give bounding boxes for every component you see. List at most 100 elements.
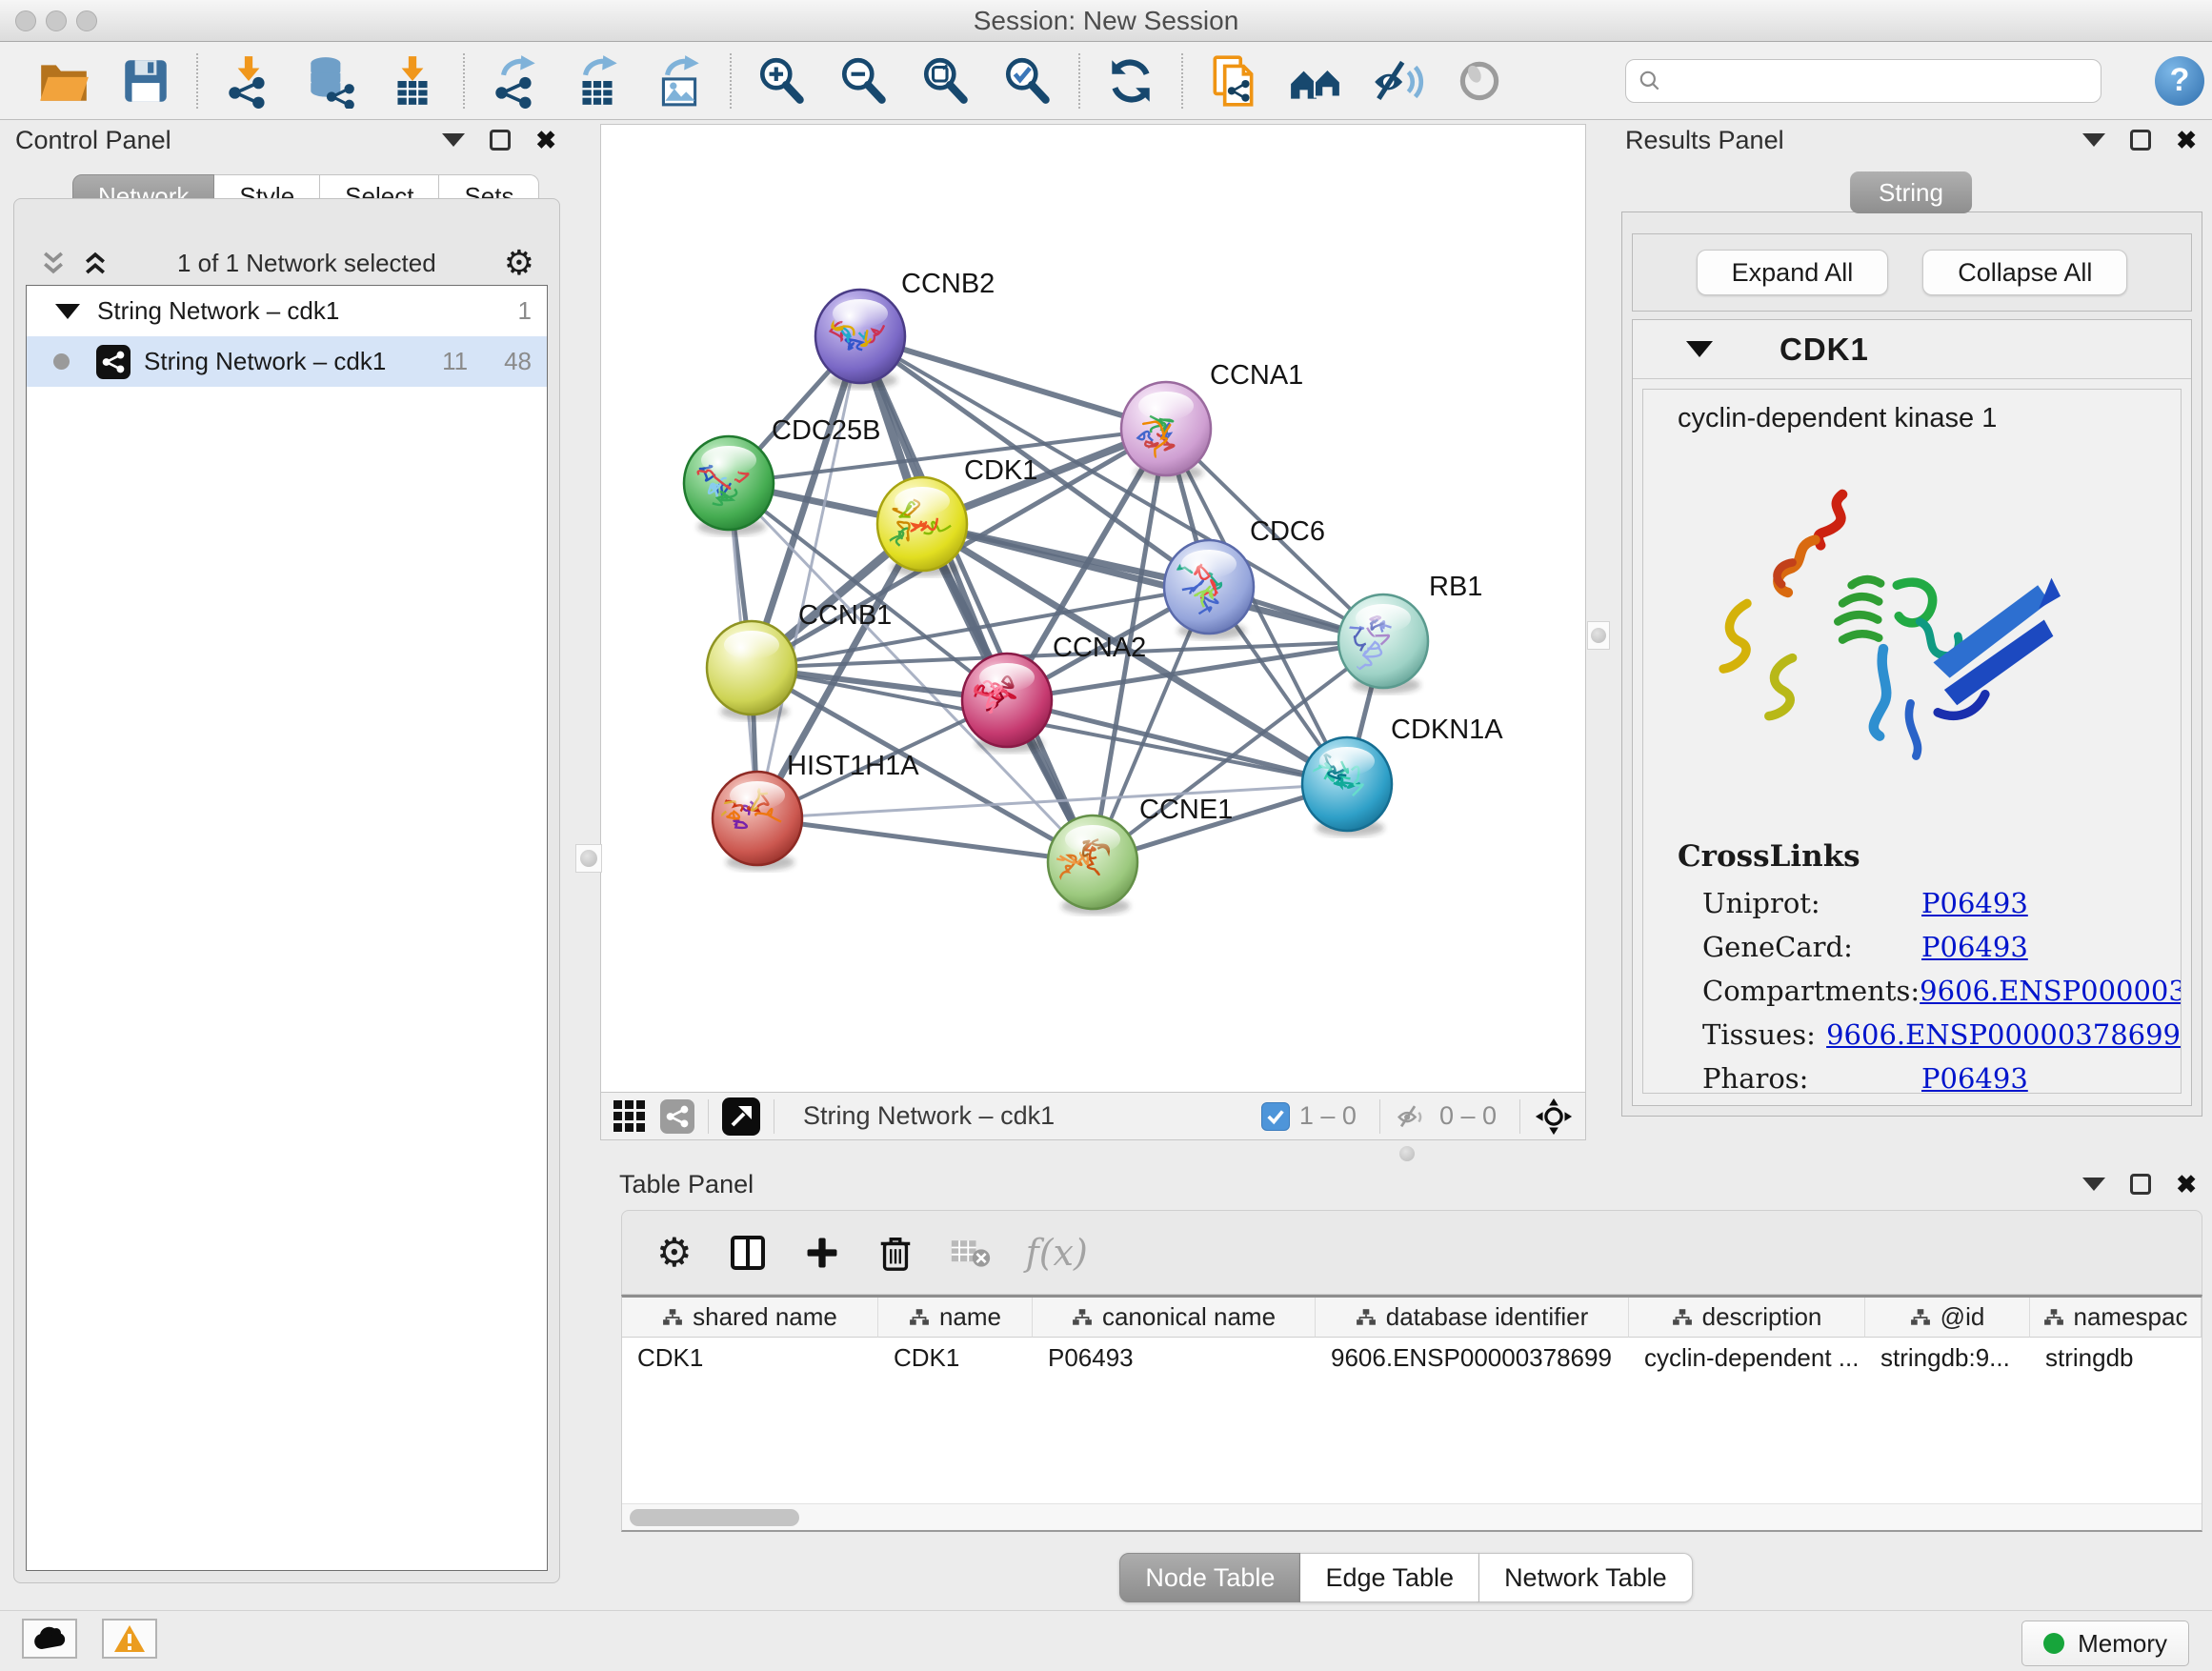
tab-network-table[interactable]: Network Table xyxy=(1479,1553,1693,1602)
table-panel: Table Panel ✖ ⚙ f(x) shared namenamecano… xyxy=(600,1164,2212,1608)
table-cell[interactable]: 9606.ENSP00000378699 xyxy=(1316,1338,1629,1378)
network-graph[interactable]: CCNB2CCNA1CDC25BCDK1CDC6RB1CCNB1CCNA2CDK… xyxy=(601,125,1585,1092)
network-list: String Network – cdk1 1 String Network –… xyxy=(26,285,548,1571)
zoom-in-icon[interactable] xyxy=(741,46,823,116)
panel-close-icon[interactable]: ✖ xyxy=(535,128,556,152)
column-header-database-identifier[interactable]: database identifier xyxy=(1316,1298,1629,1338)
table-header-row: shared namenamecanonical namedatabase id… xyxy=(622,1298,2202,1338)
search-input[interactable] xyxy=(1672,66,2089,95)
search-field[interactable] xyxy=(1625,59,2101,103)
crosslink-row: GeneCard:P06493 xyxy=(1678,931,2181,961)
network-edge[interactable] xyxy=(757,818,1093,862)
show-all-panels-icon[interactable] xyxy=(1275,46,1357,116)
memory-button[interactable]: Memory xyxy=(2021,1621,2189,1666)
collapse-all-button[interactable]: Collapse All xyxy=(1922,250,2127,295)
import-network-database-icon[interactable] xyxy=(290,46,372,116)
gene-description: cyclin-dependent kinase 1 xyxy=(1678,403,2181,434)
scrollbar-thumb[interactable] xyxy=(630,1509,799,1526)
expand-all-button[interactable]: Expand All xyxy=(1697,250,1889,295)
crosslink-link[interactable]: P06493 xyxy=(1921,887,2028,919)
hide-panels-icon[interactable] xyxy=(1357,46,1438,116)
table-cell[interactable]: P06493 xyxy=(1033,1338,1316,1378)
table-row[interactable]: CDK1CDK1P064939606.ENSP00000378699cyclin… xyxy=(622,1338,2202,1378)
panel-menu-icon[interactable] xyxy=(442,133,465,147)
node-label: CCNA1 xyxy=(1210,360,1303,391)
panel-float-icon[interactable] xyxy=(2130,130,2151,151)
crosslink-link[interactable]: P06493 xyxy=(1921,1062,2028,1094)
warnings-button[interactable] xyxy=(102,1619,157,1659)
column-header-name[interactable]: name xyxy=(878,1298,1033,1338)
clone-network-icon[interactable] xyxy=(1193,46,1275,116)
gene-panel: CDK1 cyclin-dependent kinase 1 xyxy=(1632,319,2192,1106)
panel-close-icon[interactable]: ✖ xyxy=(2176,1172,2197,1197)
column-header-description[interactable]: description xyxy=(1629,1298,1865,1338)
network-view-icon[interactable] xyxy=(660,1099,694,1134)
table-cell[interactable]: stringdb:9... xyxy=(1865,1338,2030,1378)
network-edge[interactable] xyxy=(860,336,1093,862)
node-label: RB1 xyxy=(1429,572,1482,602)
crosslink-link[interactable]: 9606.ENSP00000378699 xyxy=(1920,975,2182,1007)
zoom-fit-icon[interactable] xyxy=(905,46,987,116)
save-session-icon[interactable] xyxy=(105,46,187,116)
column-header-shared-name[interactable]: shared name xyxy=(622,1298,878,1338)
automation-button[interactable] xyxy=(22,1619,77,1659)
crosslink-link[interactable]: 9606.ENSP00000378699 xyxy=(1826,1018,2181,1051)
network-collection-row[interactable]: String Network – cdk1 1 xyxy=(27,286,547,336)
gene-expander-icon[interactable] xyxy=(1686,341,1713,357)
update-icon[interactable] xyxy=(1090,46,1172,116)
network-row[interactable]: String Network – cdk1 11 48 xyxy=(27,336,547,387)
export-image-icon[interactable] xyxy=(638,46,720,116)
network-node-RB1[interactable]: RB1 xyxy=(1338,572,1482,694)
table-cell[interactable]: cyclin-dependent ... xyxy=(1629,1338,1865,1378)
app-status-icon[interactable] xyxy=(1438,46,1520,116)
import-network-file-icon[interactable] xyxy=(208,46,290,116)
network-canvas[interactable]: CCNB2CCNA1CDC25BCDK1CDC6RB1CCNB1CCNA2CDK… xyxy=(600,124,1586,1093)
export-network-icon[interactable] xyxy=(474,46,556,116)
node-table: shared namenamecanonical namedatabase id… xyxy=(621,1295,2202,1532)
tab-edge-table[interactable]: Edge Table xyxy=(1300,1553,1479,1602)
tab-node-table[interactable]: Node Table xyxy=(1119,1553,1300,1602)
table-settings-gear-icon[interactable]: ⚙ xyxy=(656,1233,693,1273)
show-columns-icon[interactable] xyxy=(727,1232,769,1274)
network-edge[interactable] xyxy=(757,336,860,818)
bottom-splitter-grip[interactable] xyxy=(1393,1144,1421,1162)
export-table-icon[interactable] xyxy=(556,46,638,116)
network-node-CCNA1[interactable]: CCNA1 xyxy=(1121,360,1303,481)
column-header--id[interactable]: @id xyxy=(1865,1298,2030,1338)
panel-float-icon[interactable] xyxy=(2130,1174,2151,1195)
network-node-CDKN1A[interactable]: CDKN1A xyxy=(1302,715,1503,836)
horizontal-scrollbar[interactable] xyxy=(622,1503,2202,1530)
crosslink-link[interactable]: P06493 xyxy=(1921,931,2028,963)
zoom-selected-icon[interactable] xyxy=(987,46,1069,116)
panel-menu-icon[interactable] xyxy=(2082,1178,2105,1191)
tab-string[interactable]: String xyxy=(1850,171,1972,213)
panel-menu-icon[interactable] xyxy=(2082,133,2105,147)
create-column-icon[interactable] xyxy=(803,1234,841,1272)
network-options-gear-icon[interactable]: ⚙ xyxy=(504,246,534,280)
gene-header[interactable]: CDK1 xyxy=(1633,320,2191,379)
table-cell[interactable]: CDK1 xyxy=(622,1338,878,1378)
panel-float-icon[interactable] xyxy=(490,130,511,151)
table-cell[interactable]: CDK1 xyxy=(878,1338,1033,1378)
fit-selected-crosshair-icon[interactable] xyxy=(1534,1097,1574,1137)
import-table-file-icon[interactable] xyxy=(372,46,453,116)
open-session-icon[interactable] xyxy=(23,46,105,116)
birdseye-view-icon[interactable] xyxy=(722,1097,760,1136)
right-splitter-grip[interactable] xyxy=(1587,621,1610,650)
column-header-canonical-name[interactable]: canonical name xyxy=(1033,1298,1316,1338)
left-splitter-grip[interactable] xyxy=(575,844,602,873)
panel-close-icon[interactable]: ✖ xyxy=(2176,128,2197,152)
grid-view-icon[interactable] xyxy=(613,1099,647,1134)
column-attribute-icon xyxy=(1072,1307,1093,1328)
table-cell[interactable]: stringdb xyxy=(2030,1338,2202,1378)
delete-column-icon[interactable] xyxy=(875,1233,915,1273)
zoom-out-icon[interactable] xyxy=(823,46,905,116)
network-edge[interactable] xyxy=(860,336,1166,429)
column-header-namespac[interactable]: namespac xyxy=(2030,1298,2202,1338)
selected-nodes-checkbox[interactable] xyxy=(1261,1102,1290,1131)
help-icon[interactable]: ? xyxy=(2155,56,2204,106)
collapse-all-icon[interactable] xyxy=(39,249,68,277)
expand-all-icon[interactable] xyxy=(81,249,110,277)
collection-label: String Network – cdk1 xyxy=(97,296,339,326)
collection-expander-icon[interactable] xyxy=(55,304,80,319)
